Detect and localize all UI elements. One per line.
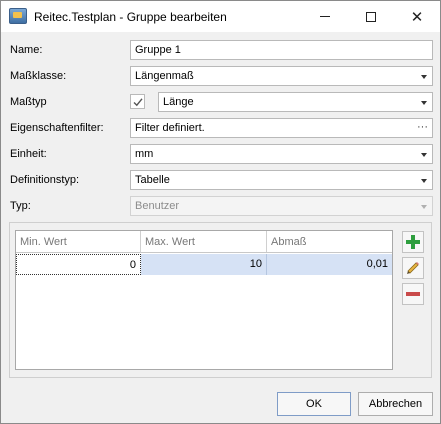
app-icon xyxy=(9,8,27,24)
typ-label: Typ: xyxy=(10,200,31,212)
name-input[interactable]: Gruppe 1 xyxy=(130,40,433,60)
cell-abmass[interactable]: 0,01 xyxy=(267,254,392,275)
einheit-dropdown[interactable]: mm xyxy=(130,144,433,164)
definitionstyp-value: Tabelle xyxy=(135,174,170,186)
masstyp-label: Maßtyp xyxy=(10,96,47,108)
window-title: Reitec.Testplan - Gruppe bearbeiten xyxy=(34,10,227,24)
massklasse-dropdown[interactable]: Längenmaß xyxy=(130,66,433,86)
column-header-abmass[interactable]: Abmaß xyxy=(267,231,392,252)
eigenschaftenfilter-field[interactable]: Filter definiert. ··· xyxy=(130,118,433,138)
column-header-max[interactable]: Max. Wert xyxy=(141,231,267,252)
ellipsis-button[interactable]: ··· xyxy=(417,121,428,133)
edit-row-button[interactable] xyxy=(402,257,424,279)
chevron-down-icon xyxy=(421,179,427,183)
eigenschaftenfilter-label: Eigenschaftenfilter: xyxy=(10,122,104,134)
minus-icon xyxy=(406,292,420,296)
values-table[interactable]: Min. Wert Max. Wert Abmaß 0 10 0,01 xyxy=(15,230,393,370)
maximize-icon xyxy=(366,11,376,22)
masstyp-dropdown[interactable]: Länge xyxy=(158,92,433,112)
table-row[interactable]: 0 10 0,01 xyxy=(16,254,392,275)
checkmark-icon xyxy=(133,98,143,107)
typ-value: Benutzer xyxy=(135,200,180,212)
einheit-label: Einheit: xyxy=(10,148,47,160)
name-label: Name: xyxy=(10,44,43,56)
minimize-icon xyxy=(320,16,330,17)
masstyp-checkbox[interactable] xyxy=(130,94,145,109)
chevron-down-icon xyxy=(421,101,427,105)
table-header: Min. Wert Max. Wert Abmaß xyxy=(16,231,392,253)
close-icon: ✕ xyxy=(410,8,424,26)
dialog-window: Reitec.Testplan - Gruppe bearbeiten ✕ Na… xyxy=(0,0,441,424)
title-bar: Reitec.Testplan - Gruppe bearbeiten ✕ xyxy=(1,1,440,32)
plus-icon xyxy=(406,235,420,249)
name-value: Gruppe 1 xyxy=(135,44,181,56)
column-header-min[interactable]: Min. Wert xyxy=(16,231,141,252)
definitionstyp-dropdown[interactable]: Tabelle xyxy=(130,170,433,190)
chevron-down-icon xyxy=(421,75,427,79)
chevron-down-icon xyxy=(421,205,427,209)
close-button[interactable]: ✕ xyxy=(394,1,440,32)
eigenschaftenfilter-value: Filter definiert. xyxy=(135,122,205,134)
maximize-button[interactable] xyxy=(348,1,394,32)
add-row-button[interactable] xyxy=(402,231,424,253)
definitionstyp-label: Definitionstyp: xyxy=(10,174,80,186)
typ-dropdown: Benutzer xyxy=(130,196,433,216)
massklasse-value: Längenmaß xyxy=(135,70,194,82)
minimize-button[interactable] xyxy=(302,1,348,32)
einheit-value: mm xyxy=(135,148,154,160)
remove-row-button[interactable] xyxy=(402,283,424,305)
cancel-button[interactable]: Abbrechen xyxy=(358,392,433,416)
chevron-down-icon xyxy=(421,153,427,157)
cell-min-wert[interactable]: 0 xyxy=(16,254,141,275)
ok-button[interactable]: OK xyxy=(277,392,351,416)
cell-max-wert[interactable]: 10 xyxy=(141,254,267,275)
masstyp-value: Länge xyxy=(163,96,194,108)
pencil-icon xyxy=(407,262,419,274)
massklasse-label: Maßklasse: xyxy=(10,70,67,82)
